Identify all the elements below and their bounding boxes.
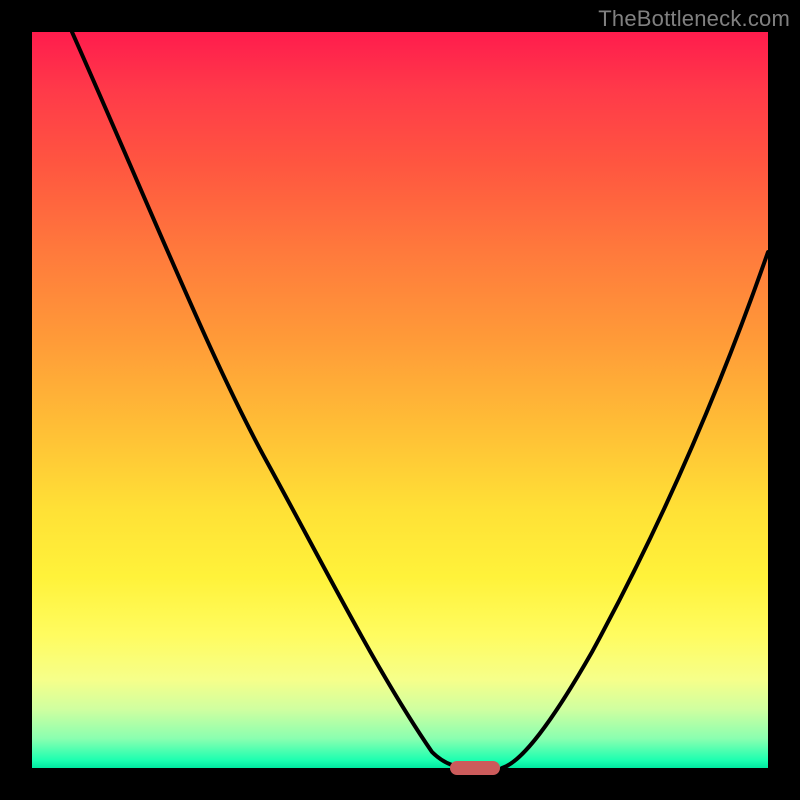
bottleneck-curve xyxy=(32,32,768,768)
curve-left xyxy=(72,32,472,768)
chart-frame: TheBottleneck.com xyxy=(0,0,800,800)
plot-area xyxy=(32,32,768,768)
curve-right xyxy=(502,252,768,768)
watermark-label: TheBottleneck.com xyxy=(598,6,790,32)
optimal-marker xyxy=(450,761,500,775)
